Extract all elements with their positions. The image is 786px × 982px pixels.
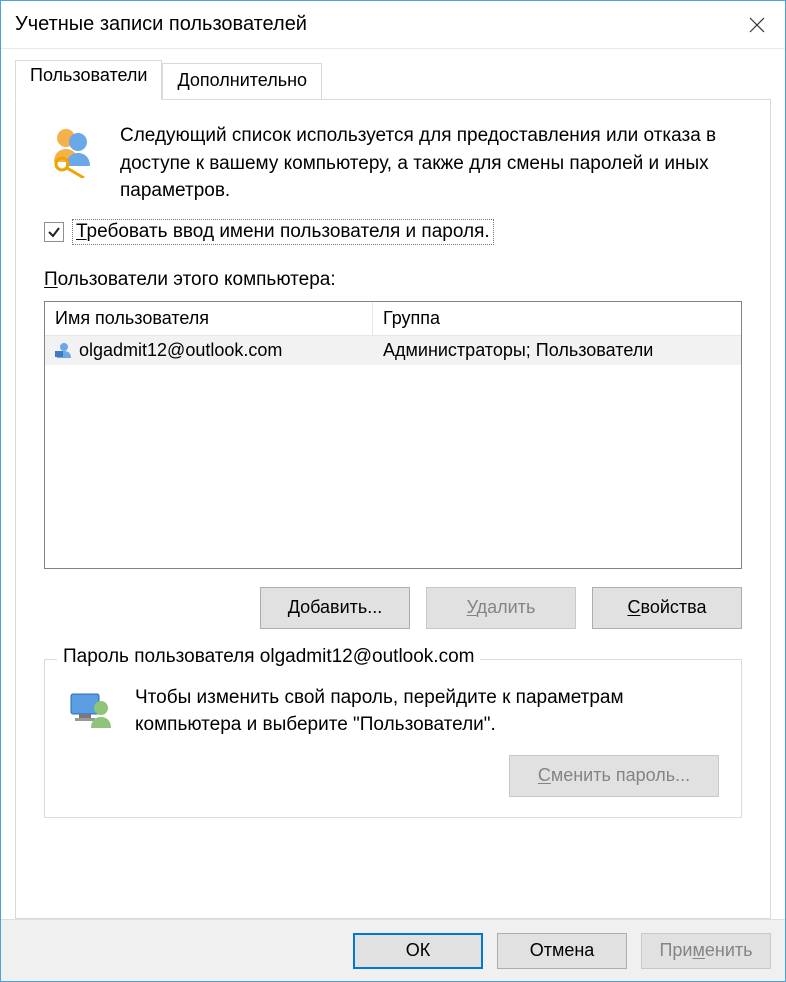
col-username[interactable]: Имя пользователя [45,302,373,335]
window-title: Учетные записи пользователей [15,13,307,36]
users-key-icon [44,122,100,183]
password-groupbox: Пароль пользователя olgadmit12@outlook.c… [44,659,742,818]
password-help-text: Чтобы изменить свой пароль, перейдите к … [135,684,719,739]
require-login-label: Требовать ввод имени пользователя и паро… [74,221,492,243]
user-listview[interactable]: Имя пользователя Группа olgadmit12@outlo… [44,301,742,569]
apply-button: Применить [641,933,771,969]
tab-panel-users: Следующий список используется для предос… [15,99,771,919]
user-icon [55,341,73,359]
password-group-legend: Пароль пользователя olgadmit12@outlook.c… [57,646,480,668]
user-list-label: Пользователи этого компьютера: [44,269,742,291]
check-icon [47,225,61,239]
properties-button[interactable]: Свойства [592,587,742,629]
remove-button: Удалить [426,587,576,629]
add-button[interactable]: Добавить... [260,587,410,629]
intro-text: Следующий список используется для предос… [120,122,742,205]
col-group[interactable]: Группа [373,302,741,335]
cancel-button[interactable]: Отмена [497,933,627,969]
tab-advanced[interactable]: Дополнительно [162,63,322,100]
close-button[interactable] [729,1,785,48]
listview-header: Имя пользователя Группа [45,302,741,336]
close-icon [749,17,765,33]
table-row[interactable]: olgadmit12@outlook.com Администраторы; П… [45,336,741,365]
tabstrip: Пользователи Дополнительно [15,60,771,100]
titlebar: Учетные записи пользователей [1,1,785,49]
tab-users[interactable]: Пользователи [15,60,162,100]
user-monitor-icon [67,684,115,737]
change-password-button: Сменить пароль... [509,755,719,797]
require-login-checkbox[interactable] [44,222,64,242]
ok-button[interactable]: ОК [353,933,483,969]
row-username: olgadmit12@outlook.com [79,340,282,361]
row-group: Администраторы; Пользователи [373,336,741,365]
dialog-footer: ОК Отмена Применить [1,919,785,981]
